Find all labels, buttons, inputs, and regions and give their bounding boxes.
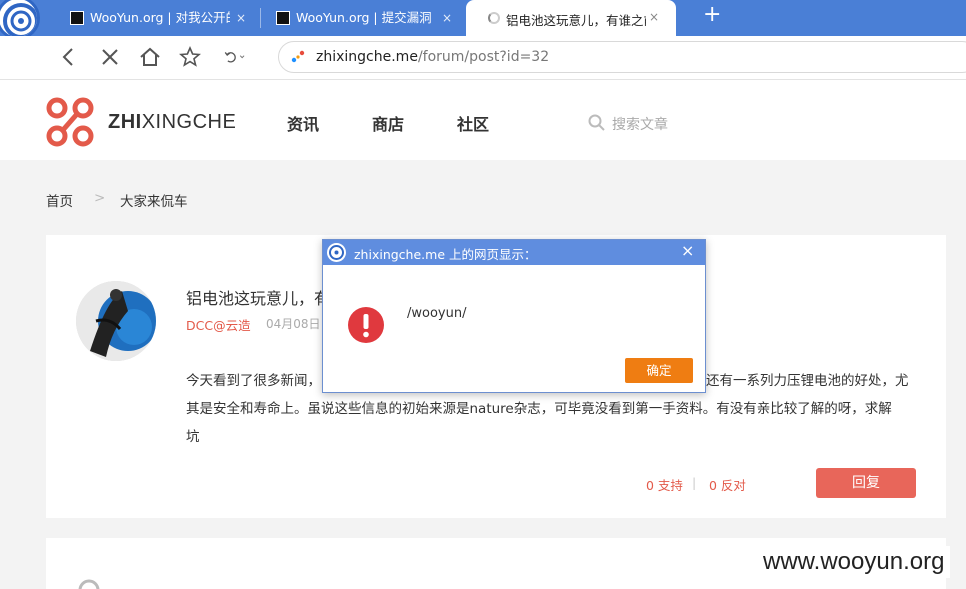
tab-close-icon[interactable]: × (236, 4, 246, 32)
post-body-line: 今天看到了很多新闻， (186, 373, 321, 389)
post-date: 04月08日 (266, 317, 321, 331)
dialog-message: /wooyun/ (407, 306, 467, 321)
url-domain: zhixingche.me (316, 49, 418, 65)
brand-rest: XINGCHE (141, 111, 237, 133)
post-title: 铝电池这玩意儿，有 (186, 289, 331, 308)
address-bar[interactable]: zhixingche.me/forum/post?id=32 (278, 41, 966, 73)
zhixingche-logo-icon[interactable] (44, 96, 96, 148)
breadcrumb-separator: > (94, 190, 106, 206)
avatar-image (76, 281, 156, 361)
back-arrow-icon (62, 48, 73, 66)
home-icon (140, 47, 160, 66)
brand-bold: ZHI (108, 111, 142, 133)
tab-divider (260, 8, 261, 28)
stop-x-icon (102, 49, 118, 65)
new-tab-button[interactable]: + (703, 2, 721, 27)
dialog-close-icon[interactable]: × (681, 241, 694, 260)
stop-button[interactable] (97, 44, 123, 70)
watermark: www.wooyun.org (757, 546, 951, 578)
tab-title: WooYun.org | 对我公开的 (90, 10, 230, 25)
post-author-link[interactable]: DCC@云造 (186, 315, 251, 334)
browser-tab-bar: WooYun.org | 对我公开的 × WooYun.org | 提交漏洞 ×… (0, 0, 966, 40)
nav-news[interactable]: 资讯 (287, 111, 319, 135)
wooyun-favicon-icon (70, 11, 84, 25)
vote-separator: | (692, 475, 697, 490)
post-body-line: 还有一系列力压锂电池的好处，尤 (706, 373, 909, 389)
home-button[interactable] (137, 44, 163, 70)
error-icon (348, 307, 384, 343)
dialog-ok-button[interactable]: 确定 (625, 358, 693, 383)
reply-button[interactable]: 回复 (816, 468, 916, 498)
browser-logo[interactable] (0, 0, 40, 40)
star-icon (179, 45, 201, 67)
breadcrumb-home-link[interactable]: 首页 (46, 190, 73, 210)
site-brand[interactable]: ZHIXINGCHE (108, 111, 236, 134)
tab-title: WooYun.org | 提交漏洞 (296, 10, 432, 25)
tab-active-forum-post[interactable]: 铝电池这玩意儿，有谁之前 × (466, 0, 676, 36)
support-link[interactable]: 0 支持 (646, 475, 683, 494)
oppose-link[interactable]: 0 反对 (709, 475, 746, 494)
tab-close-icon[interactable]: × (649, 10, 659, 24)
loading-spinner-icon (488, 12, 500, 24)
url-path: /forum/post?id=32 (417, 49, 550, 65)
user-placeholder-icon (78, 579, 100, 589)
nav-community[interactable]: 社区 (457, 111, 489, 135)
browser-logo-icon (327, 243, 346, 262)
author-avatar[interactable] (76, 281, 156, 361)
tab-wooyun-public[interactable]: WooYun.org | 对我公开的 × (70, 4, 250, 32)
bookmark-button[interactable] (177, 44, 203, 70)
dialog-titlebar: zhixingche.me 上的网页显示： × (323, 240, 705, 265)
undo-dropdown-button[interactable] (222, 44, 262, 70)
search-placeholder: 搜索文章 (612, 117, 668, 133)
undo-icon (224, 52, 245, 63)
search-icon (588, 114, 605, 131)
site-header: ZHIXINGCHE 资讯 商店 社区 搜索文章 (0, 80, 966, 160)
post-body-line: 坑 (186, 429, 200, 445)
tab-close-icon[interactable]: × (442, 4, 452, 32)
browser-toolbar: zhixingche.me/forum/post?id=32 (0, 36, 966, 80)
post-body-line: 其是安全和寿命上。虽说这些信息的初始来源是nature杂志，可毕竟没看到第一手资… (186, 401, 892, 417)
wooyun-favicon-icon (276, 11, 290, 25)
back-button[interactable] (56, 44, 82, 70)
article-search[interactable]: 搜索文章 (588, 112, 708, 134)
tab-wooyun-submit[interactable]: WooYun.org | 提交漏洞 × (276, 4, 456, 32)
tab-title: 铝电池这玩意儿，有谁之前 (506, 13, 646, 28)
js-alert-dialog: zhixingche.me 上的网页显示： × /wooyun/ 确定 (322, 239, 706, 393)
site-info-icon[interactable] (291, 50, 305, 64)
url-text[interactable]: zhixingche.me/forum/post?id=32 (316, 49, 549, 65)
nav-shop[interactable]: 商店 (372, 111, 404, 135)
dialog-title: zhixingche.me 上的网页显示： (354, 247, 537, 262)
breadcrumb-current[interactable]: 大家来侃车 (120, 190, 188, 210)
